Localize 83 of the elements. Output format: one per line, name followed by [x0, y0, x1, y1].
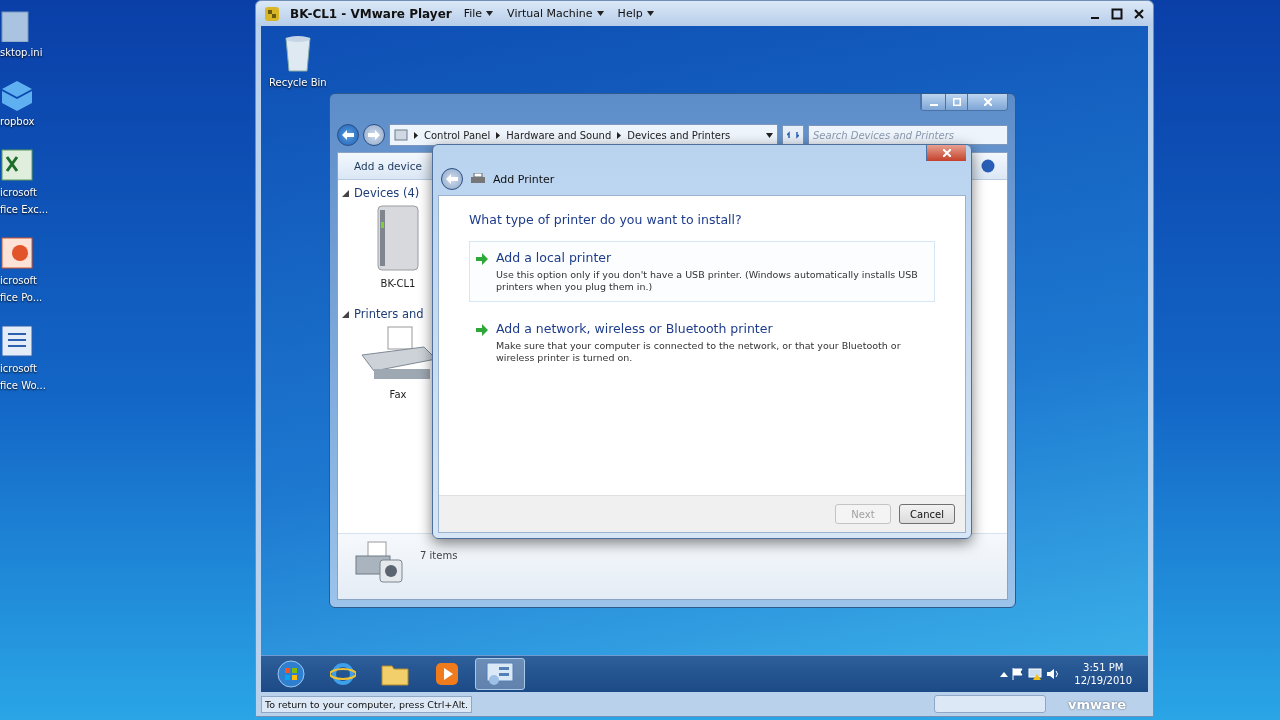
back-button[interactable]: [337, 124, 359, 146]
flag-icon[interactable]: [1012, 668, 1025, 680]
device-label[interactable]: Fax: [389, 389, 407, 400]
address-bar[interactable]: Control Panel Hardware and Sound Devices and Printers: [389, 124, 778, 146]
dropdown-caret-icon[interactable]: [766, 132, 773, 138]
minimize-button[interactable]: [921, 94, 945, 110]
maximize-button[interactable]: [945, 94, 967, 110]
refresh-button[interactable]: [782, 125, 804, 145]
arrow-right-icon: [476, 324, 488, 336]
option-title: Add a local printer: [496, 250, 613, 265]
back-arrow-icon: [446, 174, 458, 184]
app-logo-icon: [264, 5, 280, 22]
group-heading: Printers and: [354, 307, 424, 321]
window-title: BK-CL1 - VMware Player: [290, 6, 452, 21]
clock[interactable]: 3:51 PM 12/19/2010: [1064, 661, 1142, 687]
item-count: 7 items: [420, 550, 458, 561]
close-button[interactable]: [926, 145, 966, 161]
option-description: Use this option only if you don't have a USB printer. (Windows automatically installs USB printers when you plug them in.): [496, 269, 919, 293]
back-button[interactable]: [441, 168, 463, 190]
desktop-icon-label[interactable]: ropbox: [0, 115, 35, 128]
breadcrumb-item[interactable]: Devices and Printers: [627, 129, 731, 141]
group-heading: Devices (4): [354, 186, 420, 200]
chevron-right-icon: [617, 131, 622, 139]
help-icon[interactable]: [981, 159, 995, 173]
desktop-icon-label[interactable]: Recycle Bin: [269, 76, 327, 89]
caret-icon: [596, 11, 604, 16]
spreadsheet-icon: [0, 148, 34, 182]
close-icon: [983, 98, 992, 106]
breadcrumb-item[interactable]: Hardware and Sound: [506, 129, 612, 141]
browser-icon: [330, 661, 356, 687]
menu-button[interactable]: Virtual Machine: [505, 7, 606, 20]
option-title: Add a network, wireless or Bluetooth printer: [496, 321, 774, 336]
device-label[interactable]: BK-CL1: [380, 278, 416, 289]
dialog-question: What type of printer do you want to install?: [469, 212, 743, 227]
open-box-icon: [0, 79, 34, 111]
menu-button[interactable]: File: [461, 7, 496, 20]
chevron-right-icon: [496, 131, 501, 139]
maximize-icon: [952, 98, 961, 106]
breadcrumb-item[interactable]: Control Panel: [424, 129, 491, 141]
printer-type-option[interactable]: Add a local printer Use this option only if you don't have a USB printer. (Windows automatically installs USB printers when you plug them in.): [469, 241, 935, 302]
desktop-icon-label[interactable]: sktop.ini: [0, 46, 43, 59]
play-icon: [435, 662, 459, 686]
file-icon: [0, 10, 30, 42]
desktop-icon-label[interactable]: fice Exc...: [0, 203, 49, 216]
desktop-icon-label[interactable]: fice Wo...: [0, 379, 46, 392]
forward-arrow-icon: [368, 130, 380, 140]
refresh-arrows-icon: [787, 130, 799, 140]
add-device-button[interactable]: Add a device: [350, 158, 426, 174]
printer-type-option[interactable]: Add a network, wireless or Bluetooth printer Make sure that your computer is connected to the network, or that your Bluetooth or wireless printer is turned on.: [469, 312, 935, 373]
forward-button[interactable]: [363, 124, 385, 146]
close-button[interactable]: [967, 94, 1007, 110]
expanded-triangle-icon[interactable]: [342, 310, 349, 318]
caret-icon: [486, 11, 494, 16]
status-hint: To return to your computer, press Ctrl+Alt.: [261, 695, 473, 713]
search-field[interactable]: Search Devices and Printers: [808, 125, 1008, 145]
desktop-icon-label[interactable]: icrosoft: [0, 186, 37, 199]
back-arrow-icon: [342, 130, 354, 140]
speaker-icon[interactable]: [1046, 668, 1061, 680]
desktop-icon-label[interactable]: icrosoft: [0, 274, 37, 287]
brand-logo: vmware: [1066, 696, 1127, 712]
recycle-bin-icon: [282, 34, 313, 72]
chevron-right-icon: [414, 131, 418, 139]
caret-icon: [646, 11, 654, 16]
close-icon: [942, 149, 951, 157]
network-icon[interactable]: [1028, 668, 1043, 680]
devices-icon: [486, 662, 514, 686]
menu-button[interactable]: Help: [615, 7, 656, 20]
folder-icon: [381, 662, 409, 686]
printer-icon: [471, 173, 485, 185]
document-icon: [0, 324, 34, 358]
desktop-icon-label[interactable]: fice Po...: [0, 291, 43, 304]
cancel-button[interactable]: Cancel: [899, 504, 955, 524]
tray-expand-icon[interactable]: [1000, 671, 1009, 677]
desktop-icon-label[interactable]: icrosoft: [0, 362, 37, 375]
option-description: Make sure that your computer is connected to the network, or that your Bluetooth or wireless printer is turned on.: [496, 340, 902, 364]
expanded-triangle-icon[interactable]: [342, 189, 349, 197]
control-panel-icon: [394, 129, 408, 141]
start-orb-icon: [277, 660, 305, 688]
presentation-icon: [0, 236, 34, 270]
close-icon[interactable]: [1133, 7, 1145, 20]
dialog-title: Add Printer: [493, 172, 555, 186]
maximize-icon[interactable]: [1111, 7, 1123, 20]
arrow-right-icon: [476, 253, 488, 265]
